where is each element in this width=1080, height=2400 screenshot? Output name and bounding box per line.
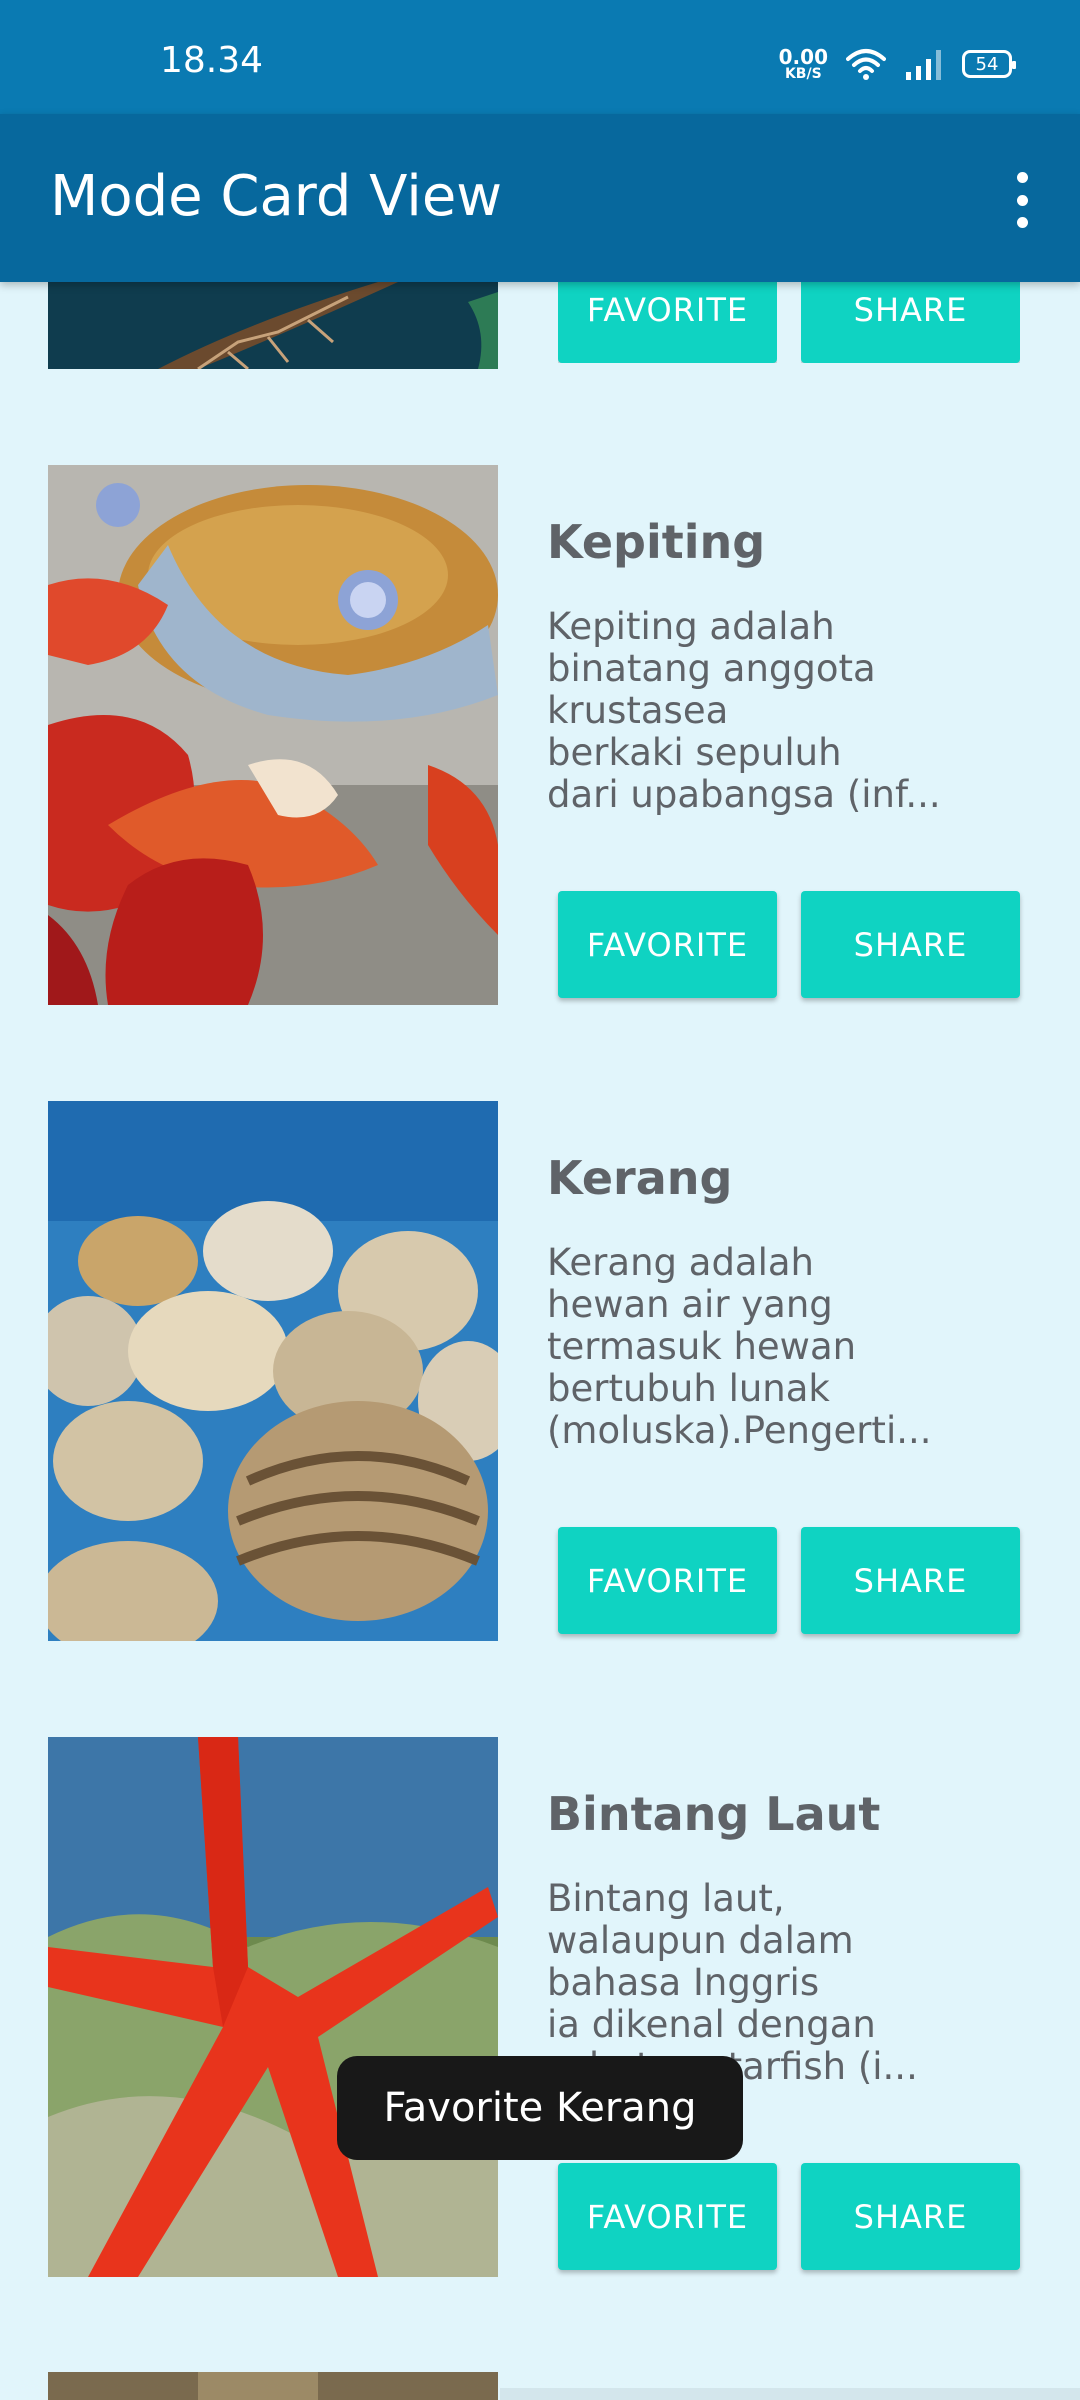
status-icons: 0.00 KB/S 54 [779, 44, 1016, 84]
net-speed: 0.00 KB/S [779, 47, 828, 81]
card-image-kepiting[interactable] [48, 465, 498, 1005]
share-button[interactable]: SHARE [801, 1527, 1020, 1634]
favorite-button[interactable]: FAVORITE [558, 891, 777, 998]
battery-icon: 54 [962, 50, 1016, 78]
net-speed-value: 0.00 [778, 45, 828, 69]
net-speed-unit: KB/S [784, 66, 822, 82]
toast-message: Favorite Kerang [337, 2056, 743, 2160]
card-next-placeholder [500, 2388, 1080, 2400]
card-image-bintang-laut[interactable] [48, 1737, 498, 2277]
status-time: 18.34 [160, 40, 264, 81]
card-image-kerang[interactable] [48, 1101, 498, 1641]
app-bar: Mode Card View [0, 114, 1080, 282]
favorite-button[interactable]: FAVORITE [558, 1527, 777, 1634]
app-title: Mode Card View [50, 164, 503, 229]
card-description: Kepiting adalah binatang anggota krustas… [547, 605, 941, 816]
share-button[interactable]: SHARE [801, 2163, 1020, 2270]
card-title: Kepiting [547, 515, 766, 569]
card-image-turtle[interactable] [48, 282, 498, 369]
overflow-menu-icon[interactable] [1002, 172, 1042, 228]
status-bar: 18.34 0.00 KB/S 54 [0, 0, 1080, 114]
signal-icon [906, 50, 941, 80]
card-image-next[interactable] [48, 2372, 498, 2400]
favorite-button[interactable]: FAVORITE [558, 2163, 777, 2270]
wifi-icon [846, 49, 886, 80]
card-title: Kerang [547, 1151, 733, 1205]
share-button[interactable]: SHARE [801, 891, 1020, 998]
card-description: Kerang adalah hewan air yang termasuk he… [547, 1241, 932, 1452]
card-title: Bintang Laut [547, 1787, 881, 1841]
